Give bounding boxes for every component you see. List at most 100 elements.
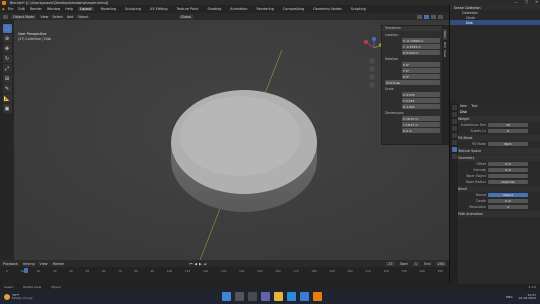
current-frame-field[interactable]: 27 <box>386 261 395 266</box>
prop-value-field[interactable]: 0 m <box>488 198 528 204</box>
tool-props-icon[interactable] <box>451 105 457 110</box>
prop-value-field[interactable]: Override <box>488 179 528 185</box>
section-path-animation[interactable]: Path Animation <box>450 211 540 217</box>
modifier-props-icon[interactable] <box>451 140 457 145</box>
tab-tool[interactable]: Tool <box>443 42 447 48</box>
minimize-button[interactable]: — <box>515 0 518 4</box>
pan-hand-icon[interactable] <box>369 66 375 72</box>
tab-item[interactable]: Item <box>443 29 447 40</box>
timeline-playback-menu[interactable]: Playback <box>3 262 18 266</box>
file-explorer-icon[interactable] <box>274 292 283 301</box>
move-tool-icon[interactable]: ✥ <box>2 44 12 53</box>
edge-icon[interactable] <box>287 292 296 301</box>
tab-animation[interactable]: Animation <box>228 7 249 11</box>
weather-widget[interactable]: 78°F Mostly cloudy <box>12 293 33 301</box>
prop-value-field[interactable]: Both <box>488 141 528 147</box>
prop-value-field[interactable]: Object <box>488 192 528 198</box>
close-button[interactable]: ✕ <box>535 0 538 4</box>
timeline-keying-menu[interactable]: Keying <box>23 262 34 266</box>
rendered-shading-icon[interactable] <box>438 14 443 19</box>
material-shading-icon[interactable] <box>431 14 436 19</box>
outliner-row-disk[interactable]: Disk <box>450 20 540 25</box>
add-cube-tool-icon[interactable]: ▣ <box>2 104 12 113</box>
scale-y-field[interactable]: Y 9.235 <box>402 98 440 103</box>
location-z-field[interactable]: Z 0.034 m <box>402 50 440 55</box>
solid-shading-icon[interactable] <box>424 14 429 19</box>
rotation-y-field[interactable]: Y 0° <box>402 68 440 73</box>
menu-file[interactable]: File <box>8 7 14 11</box>
dimensions-x-field[interactable]: X 18.47 m <box>402 116 440 121</box>
section-texture-space[interactable]: Texture Space <box>450 148 540 154</box>
scale-tool-icon[interactable]: ⤢ <box>2 64 12 73</box>
rotate-tool-icon[interactable]: ↻ <box>2 54 12 63</box>
maximize-button[interactable]: □ <box>525 0 528 4</box>
mode-selector[interactable]: Object Mode <box>11 14 37 19</box>
menu-help[interactable]: Help <box>65 7 73 11</box>
windows-start-icon[interactable] <box>222 292 231 301</box>
timeline-marker-menu[interactable]: Marker <box>53 262 65 266</box>
tab-layout[interactable]: Layout <box>78 7 94 11</box>
play-reverse-icon[interactable]: ◀ <box>194 262 197 266</box>
clock[interactable]: 15:27 01-05-2022 <box>519 293 536 301</box>
end-frame-field[interactable]: 250 <box>435 261 446 266</box>
menu-view[interactable]: View <box>40 15 48 19</box>
scale-z-field[interactable]: Z 3.095 <box>402 104 440 109</box>
wireframe-shading-icon[interactable] <box>417 14 422 19</box>
jump-start-icon[interactable]: ⏮ <box>189 262 192 266</box>
rotation-z-field[interactable]: Z 0° <box>402 74 440 79</box>
select-box-tool-icon[interactable]: ⬚ <box>2 24 12 33</box>
task-view-icon[interactable] <box>248 292 257 301</box>
location-y-field[interactable]: Y -0.0783 m <box>402 44 440 49</box>
annotate-tool-icon[interactable]: ✎ <box>2 84 12 93</box>
tab-geometry-nodes[interactable]: Geometry Nodes <box>311 7 344 11</box>
menu-select[interactable]: Select <box>52 15 62 19</box>
prop-value-field[interactable] <box>488 173 528 179</box>
rotation-x-field[interactable]: X 0° <box>402 62 440 67</box>
blender-menu-icon[interactable]: ◆ <box>2 7 5 11</box>
zoom-icon[interactable] <box>369 58 375 64</box>
language-indicator[interactable]: ENG <box>506 295 512 299</box>
data-props-icon[interactable] <box>451 147 457 152</box>
dimensions-y-field[interactable]: Y 18.47 m <box>402 122 440 127</box>
tab-scripting[interactable]: Scripting <box>349 7 368 11</box>
editor-type-icon[interactable] <box>3 14 8 19</box>
tab-sculpting[interactable]: Sculpting <box>123 7 143 11</box>
jump-end-icon[interactable]: ⏭ <box>204 262 207 266</box>
menu-edit[interactable]: Edit <box>18 7 25 11</box>
output-props-icon[interactable] <box>451 119 457 124</box>
tab-compositing[interactable]: Compositing <box>281 7 306 11</box>
outliner-empty-area[interactable] <box>449 45 540 103</box>
play-icon[interactable]: ▶ <box>199 262 202 266</box>
prop-value-field[interactable]: 0 <box>488 128 528 134</box>
rotation-mode-select[interactable]: XYZ Euler <box>385 80 440 85</box>
menu-window[interactable]: Window <box>47 7 60 11</box>
prop-value-field[interactable]: 0 m <box>488 161 528 167</box>
cursor-tool-icon[interactable]: ⊕ <box>2 34 12 43</box>
playhead[interactable] <box>24 268 28 273</box>
measure-tool-icon[interactable]: 📐 <box>2 94 12 103</box>
teams-icon[interactable] <box>261 292 270 301</box>
transform-tool-icon[interactable]: ⊞ <box>2 74 12 83</box>
timeline-view-menu[interactable]: View <box>40 262 48 266</box>
menu-add[interactable]: Add <box>67 15 74 19</box>
tab-view[interactable]: View <box>443 50 447 57</box>
start-frame-field[interactable]: 1 <box>412 261 420 266</box>
location-x-field[interactable]: X -0.74996 m <box>402 38 440 43</box>
object-props-icon[interactable] <box>451 133 457 138</box>
props-tab-tool[interactable]: Tool <box>471 104 477 108</box>
tab-uv-editing[interactable]: UV Editing <box>148 7 170 11</box>
orientation-selector[interactable]: Global <box>178 14 194 19</box>
tab-rendering[interactable]: Rendering <box>255 7 276 11</box>
props-tab-item[interactable]: Item <box>460 104 467 108</box>
transform-header[interactable]: Transform <box>382 26 442 31</box>
scene-props-icon[interactable] <box>451 126 457 131</box>
weather-icon[interactable] <box>4 294 10 300</box>
prop-value-field[interactable]: 0 m <box>488 167 528 173</box>
menu-object[interactable]: Object <box>77 15 88 19</box>
material-props-icon[interactable] <box>451 154 457 159</box>
scale-x-field[interactable]: X 9.235 <box>402 92 440 97</box>
tab-texture-paint[interactable]: Texture Paint <box>175 7 201 11</box>
grid-icon[interactable] <box>369 82 375 88</box>
search-icon[interactable] <box>235 292 244 301</box>
blender-taskbar-icon[interactable] <box>313 292 322 301</box>
